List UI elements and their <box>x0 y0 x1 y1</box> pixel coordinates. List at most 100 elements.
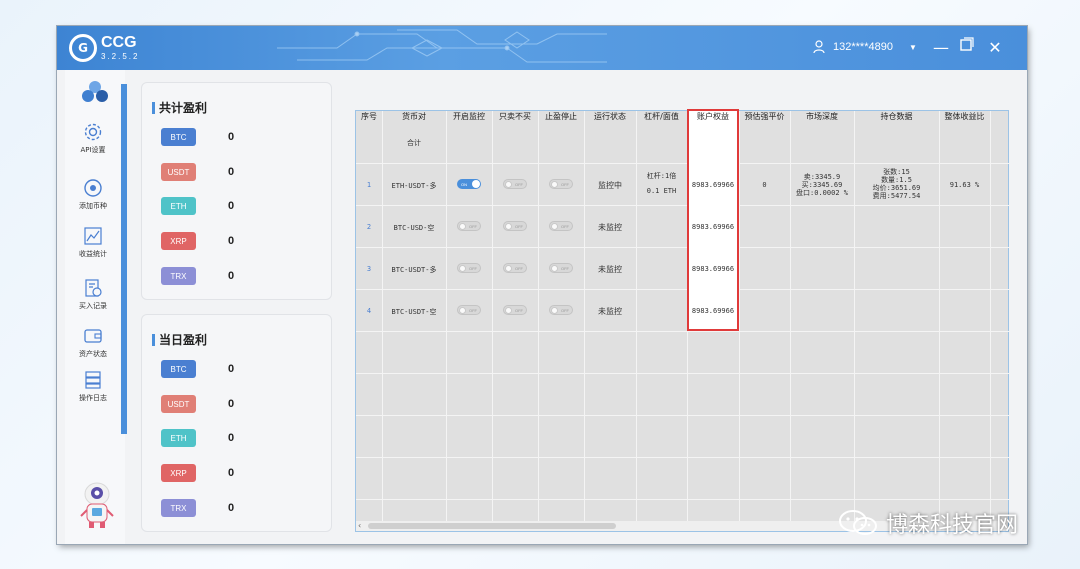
row-3-sell-only-toggle[interactable]: OFF <box>503 263 527 273</box>
row-2-tp-stop-toggle[interactable]: OFF <box>549 221 573 231</box>
total-profit-panel: 共计盈利 BTC 0 USDT 0 ETH 0 XRP 0 TRX 0 <box>141 82 332 300</box>
row-2-status: 未监控 <box>598 223 622 232</box>
sidebar-item-label: 买入记录 <box>79 302 107 310</box>
coin-value: 0 <box>228 200 235 212</box>
add-coin-icon <box>84 179 102 197</box>
row-1-position-contracts: 张数:15 <box>883 168 910 176</box>
daily-coin-row-xrp: XRP 0 <box>161 464 234 482</box>
coin-badge: XRP <box>161 464 196 482</box>
row-1-liq-price: 0 <box>762 181 767 189</box>
row-4-sell-only-toggle[interactable]: OFF <box>503 305 527 315</box>
coin-badge: USDT <box>161 163 196 181</box>
header-liq-price: 预估强平价 <box>744 112 785 121</box>
coin-value: 0 <box>228 270 235 282</box>
chevron-down-icon: ▼ <box>908 42 917 52</box>
maximize-button[interactable] <box>957 36 977 55</box>
header-tp-stop: 止盈停止 <box>545 112 577 121</box>
coin-badge: TRX <box>161 267 196 285</box>
total-coin-row-usdt: USDT 0 <box>161 163 234 181</box>
sidebar-item-add-coin[interactable]: 添加币种 <box>65 178 121 211</box>
row-2-pair: BTC-USD-空 <box>393 224 435 232</box>
sidebar-item-profit-stats[interactable]: 收益统计 <box>65 226 121 259</box>
total-coin-row-trx: TRX 0 <box>161 267 234 285</box>
total-coin-row-xrp: XRP 0 <box>161 232 234 250</box>
title-bar: G CCG 3.2.5.2 132****4890 ▼ — ✕ <box>57 26 1027 70</box>
sidebar-item-operation-log[interactable]: 操作日志 <box>65 370 121 403</box>
row-1-position-quantity: 数量:1.5 <box>881 176 912 184</box>
close-button[interactable]: ✕ <box>985 38 1005 57</box>
header-index: 序号 <box>361 112 377 121</box>
header-leverage: 杠杆/面值 <box>644 112 679 121</box>
row-3-equity: 8983.69966 <box>691 265 735 273</box>
row-1-index: 1 <box>366 181 372 189</box>
sidebar-accent-bar <box>121 84 127 434</box>
ccg-logo-icon: G <box>69 34 97 62</box>
row-1-depth-spread: 盘口:0.0002 % <box>796 189 848 197</box>
row-1-pair: ETH-USDT-多 <box>391 182 437 190</box>
gear-icon <box>84 123 102 141</box>
watermark-text: 博森科技官网 <box>886 513 1019 538</box>
row-4-pair: BTC-USDT-空 <box>391 308 437 316</box>
row-1-position-avg-price: 均价:3651.69 <box>872 184 921 192</box>
header-equity: 账户权益 <box>697 112 729 121</box>
row-4-status: 未监控 <box>598 307 622 316</box>
row-1-position-fee: 费用:5477.54 <box>872 192 921 200</box>
sidebar-item-asset-status[interactable]: 资产状态 <box>65 326 121 359</box>
record-icon <box>85 279 102 297</box>
app-logo: G CCG 3.2.5.2 <box>69 34 139 62</box>
row-3-monitor-toggle[interactable]: OFF <box>457 263 481 273</box>
row-2-sell-only-toggle[interactable]: OFF <box>503 221 527 231</box>
row-2-index: 2 <box>366 223 372 231</box>
total-profit-title: 共计盈利 <box>152 99 207 116</box>
user-menu[interactable]: 132****4890 ▼ <box>813 40 917 54</box>
daily-profit-title: 当日盈利 <box>152 331 207 348</box>
scroll-left-icon[interactable]: ‹ <box>358 521 361 530</box>
wechat-icon <box>839 510 877 535</box>
row-4-index: 4 <box>366 307 372 315</box>
equity-column-highlight <box>687 109 739 331</box>
sidebar-item-label: API设置 <box>80 146 106 154</box>
row-4-tp-stop-toggle[interactable]: OFF <box>549 305 573 315</box>
trading-table: 序号 货币对 开启监控 只卖不买 止盈停止 运行状态 杠杆/面值 账户权益 预估… <box>355 109 1010 532</box>
sidebar-item-buy-records[interactable]: 买入记录 <box>65 278 121 311</box>
sidebar-item-label: 操作日志 <box>79 394 107 402</box>
coin-value: 0 <box>228 432 235 444</box>
row-4-monitor-toggle[interactable]: OFF <box>457 305 481 315</box>
app-name: CCG <box>101 34 137 51</box>
total-label: 合计 <box>407 139 421 147</box>
row-1-leverage: 杠杆:1倍 <box>646 172 677 180</box>
sidebar-item-label: 资产状态 <box>79 350 107 358</box>
coin-badge: BTC <box>161 360 196 378</box>
row-1-monitor-toggle[interactable]: ON <box>457 179 481 189</box>
coin-value: 0 <box>228 235 235 247</box>
header-sell-only: 只卖不买 <box>499 112 531 121</box>
header-depth: 市场深度 <box>806 112 838 121</box>
row-1-tp-stop-toggle[interactable]: OFF <box>549 179 573 189</box>
daily-coin-row-eth: ETH 0 <box>161 429 234 447</box>
sidebar-item-label: 收益统计 <box>79 250 107 258</box>
header-monitor: 开启监控 <box>453 112 485 121</box>
coin-badge: USDT <box>161 395 196 413</box>
row-4-equity: 8983.69966 <box>691 307 735 315</box>
total-coin-row-btc: BTC 0 <box>161 128 234 146</box>
log-icon <box>85 371 101 389</box>
daily-profit-panel: 当日盈利 BTC 0 USDT 0 ETH 0 XRP 0 TRX 0 <box>141 314 332 532</box>
sidebar: API设置 添加币种 收益统计 买入记录 资产状态 操作日志 <box>65 70 127 544</box>
coin-badge: BTC <box>161 128 196 146</box>
row-3-pair: BTC-USDT-多 <box>391 266 437 274</box>
coin-value: 0 <box>228 502 235 514</box>
minimize-button[interactable]: — <box>931 38 951 57</box>
coin-badge: XRP <box>161 232 196 250</box>
scroll-thumb[interactable] <box>368 523 616 529</box>
maximize-icon <box>960 37 974 51</box>
row-2-monitor-toggle[interactable]: OFF <box>457 221 481 231</box>
row-1-sell-only-toggle[interactable]: OFF <box>503 179 527 189</box>
row-1-ratio: 91.63 % <box>949 181 980 189</box>
coin-badge: TRX <box>161 499 196 517</box>
coin-value: 0 <box>228 131 235 143</box>
row-1-depth-buy: 买:3345.69 <box>801 181 843 189</box>
row-3-status: 未监控 <box>598 265 622 274</box>
sidebar-item-api[interactable]: API设置 <box>65 122 121 155</box>
row-3-tp-stop-toggle[interactable]: OFF <box>549 263 573 273</box>
total-coin-row-eth: ETH 0 <box>161 197 234 215</box>
